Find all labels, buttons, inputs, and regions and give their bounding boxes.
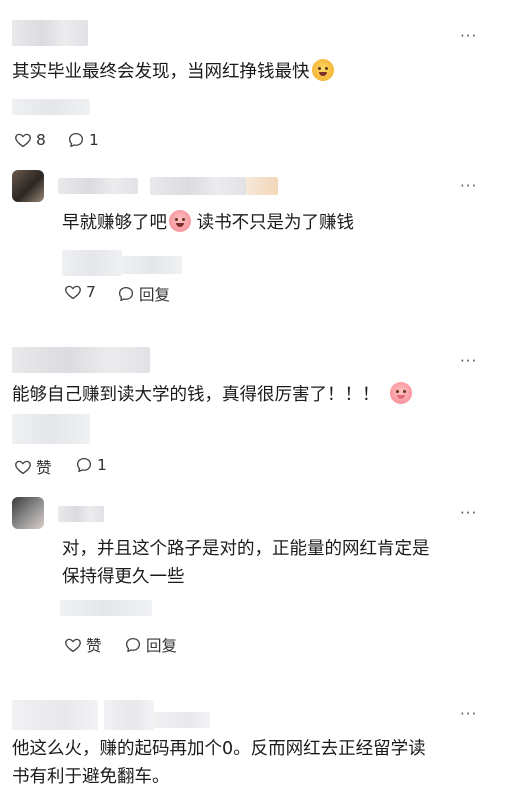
reply-button[interactable]: 回复	[117, 283, 170, 305]
comment-button[interactable]: 1	[75, 456, 107, 474]
like-label: 赞	[86, 637, 102, 655]
reply-text: 早就赚够了吧 读书不只是为了赚钱	[62, 209, 354, 237]
timestamp-blurred	[60, 600, 152, 616]
heart-icon	[14, 458, 32, 476]
more-options-icon[interactable]: ···	[460, 29, 482, 44]
avatar[interactable]	[12, 170, 44, 202]
reply-label: 回复	[146, 637, 178, 655]
like-button[interactable]: 赞	[14, 456, 52, 478]
reply-text-tail: 读书不只是为了赚钱	[191, 213, 355, 233]
reply-label: 回复	[139, 286, 171, 304]
reply-button[interactable]: 回复	[124, 634, 177, 656]
timestamp-blurred	[12, 414, 90, 444]
reply-text-line-1: 对，并且这个路子是对的，正能量的网红肯定是	[62, 539, 430, 559]
location-blurred	[122, 256, 182, 274]
username-blurred[interactable]	[12, 700, 98, 730]
comment-count: 1	[89, 131, 99, 149]
more-options-icon[interactable]: ···	[460, 354, 482, 369]
speech-bubble-icon	[75, 456, 93, 474]
comment-text-body: 其实毕业最终会发现，当网红挣钱最快	[12, 62, 310, 82]
comment-button[interactable]: 1	[67, 131, 99, 149]
comment-count: 1	[97, 456, 107, 474]
speech-bubble-icon	[124, 636, 142, 654]
user-badge-blurred	[154, 712, 210, 728]
like-count: 8	[36, 131, 46, 149]
username-blurred[interactable]	[12, 20, 88, 46]
user-badge-blurred	[246, 177, 278, 195]
reply-text-body: 早就赚够了吧	[62, 213, 167, 233]
user-badge-blurred	[104, 700, 154, 730]
like-button[interactable]: 8	[14, 131, 46, 149]
username-blurred[interactable]	[58, 178, 138, 194]
comment-text-line-2: 书有利于避免翻车。	[12, 767, 170, 787]
username-blurred[interactable]	[12, 347, 150, 373]
crying-emoji-icon	[169, 210, 191, 232]
more-options-icon[interactable]: ···	[460, 506, 482, 521]
speech-bubble-icon	[67, 131, 85, 149]
timestamp-blurred	[12, 99, 90, 115]
comment-text: 能够自己赚到读大学的钱，真得很厉害了！！！	[12, 381, 412, 409]
more-options-icon[interactable]: ···	[460, 707, 482, 722]
timestamp-blurred	[62, 250, 122, 276]
like-button[interactable]: 7	[64, 283, 96, 301]
comment-text-line-1: 他这么火，赚的起码再加个0。反而网红去正经留学读	[12, 739, 426, 759]
speech-bubble-icon	[117, 285, 135, 303]
heart-icon	[14, 131, 32, 149]
like-count: 7	[86, 283, 96, 301]
laughing-emoji-icon	[311, 59, 334, 81]
pig-emoji-icon	[389, 382, 412, 404]
comment-text-body: 能够自己赚到读大学的钱，真得很厉害了！！！	[12, 385, 380, 405]
heart-icon	[64, 636, 82, 654]
like-button[interactable]: 赞	[64, 634, 102, 656]
reply-text-line-2: 保持得更久一些	[62, 567, 185, 587]
heart-icon	[64, 283, 82, 301]
username-blurred[interactable]	[58, 506, 104, 522]
avatar[interactable]	[12, 497, 44, 529]
like-label: 赞	[36, 459, 52, 477]
user-badge-blurred	[150, 177, 246, 195]
more-options-icon[interactable]: ···	[460, 179, 482, 194]
comment-text: 其实毕业最终会发现，当网红挣钱最快	[12, 58, 334, 86]
